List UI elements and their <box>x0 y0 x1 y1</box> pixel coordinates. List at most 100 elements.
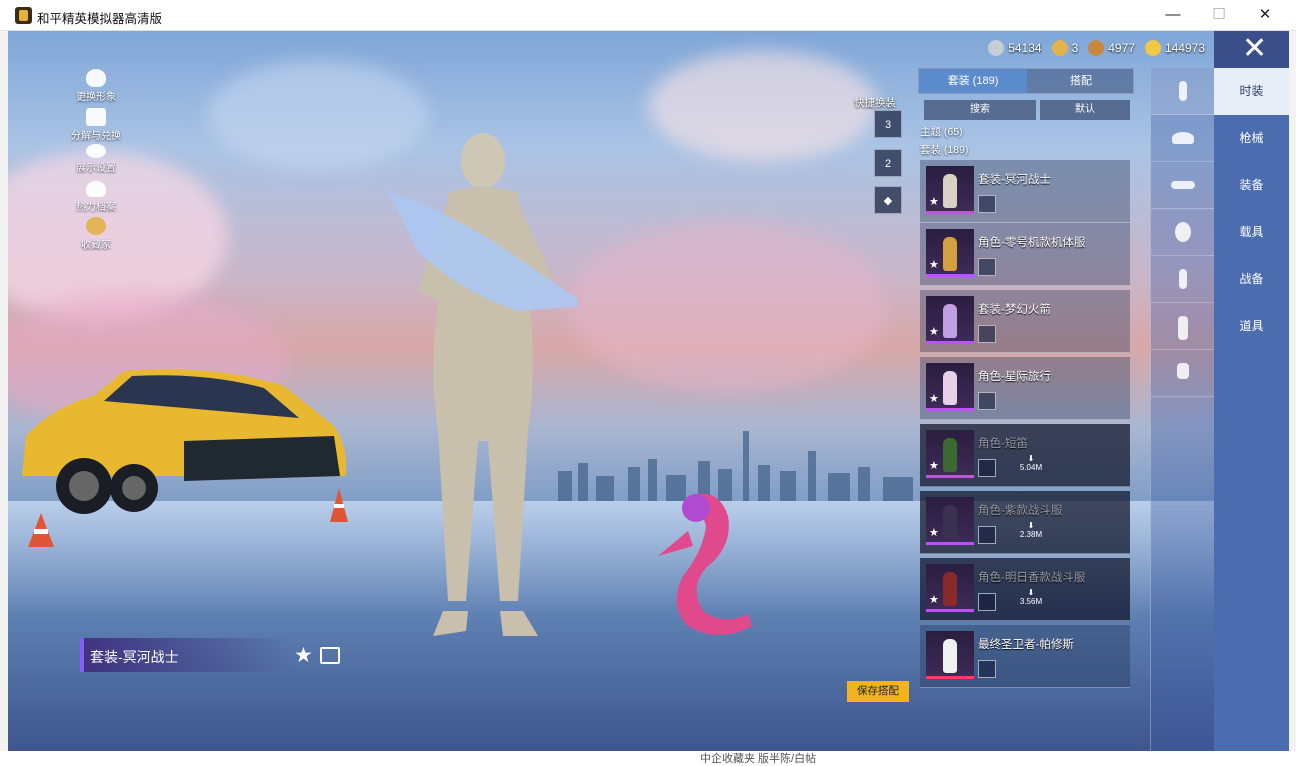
left-menu-heat-profile[interactable]: 热力档案 <box>70 181 122 213</box>
category-hat[interactable] <box>1151 115 1215 162</box>
diamond-icon: ◆ <box>883 195 893 207</box>
outfit-group-label: 套装 (189) <box>920 144 969 156</box>
pet-serpent <box>658 493 752 635</box>
star-icon: ★ <box>929 393 939 405</box>
quick-slot-2[interactable]: 2 <box>874 149 902 177</box>
menu-label: 收藏家 <box>81 240 111 251</box>
quick-slot-3[interactable]: 3 <box>874 110 902 138</box>
star-icon: ★ <box>929 259 939 271</box>
cloud <box>648 51 878 161</box>
window-titlebar: 和平精英模拟器高清版 — ☐ ✕ <box>0 0 1296 31</box>
category-pants[interactable] <box>1151 303 1215 350</box>
outfit-list-item[interactable]: ★ 套装-梦幻火箭 <box>920 290 1130 353</box>
outfit-list-item[interactable]: ★ 套装-冥河战士 <box>920 160 1130 223</box>
close-game-button[interactable]: ✕ <box>1214 31 1289 69</box>
bronze-coin-icon <box>1088 40 1105 56</box>
figure-icon <box>1179 269 1187 289</box>
theme-group-label[interactable]: 主题 (65) <box>920 124 963 139</box>
outfit-list-item[interactable]: 最终圣卫者-帕修斯 <box>920 625 1130 688</box>
sub-item-thumb[interactable] <box>978 325 996 343</box>
tab-outfits[interactable]: 套装 (189) <box>919 69 1027 93</box>
star-icon: ★ <box>929 196 939 208</box>
current-outfit-banner: 套装-冥河战士 <box>80 638 290 672</box>
outfit-list-item[interactable]: ★ 角色-明日香款战斗服 ⬇ 3.56M <box>920 558 1130 621</box>
star-icon: ★ <box>929 326 939 338</box>
left-menu-change-appearance[interactable]: 更换形象 <box>70 69 122 103</box>
currency-badge[interactable]: 3 <box>1051 40 1078 56</box>
search-input[interactable]: 搜索 <box>924 100 1036 120</box>
save-outfit-button[interactable]: 保存搭配 <box>847 681 909 702</box>
currency-value: 144973 <box>1164 41 1205 55</box>
figure-icon <box>1179 81 1187 101</box>
sub-item-thumb[interactable] <box>978 195 996 213</box>
close-window-button[interactable]: ✕ <box>1242 0 1288 31</box>
face-icon <box>1175 222 1191 242</box>
tab-vehicles[interactable]: 载具 <box>1214 209 1289 256</box>
sub-item-thumb[interactable] <box>978 459 996 477</box>
quick-slot-diamond[interactable]: ◆ <box>874 186 902 214</box>
app-logo-icon <box>15 7 32 24</box>
outfit-list-item[interactable]: ★ 角色-短笛 ⬇ 5.04M <box>920 424 1130 487</box>
category-tabs: 时装 枪械 装备 载具 战备 道具 <box>1214 68 1289 751</box>
outfit-thumbnail: ★ <box>926 229 974 277</box>
tab-combinations[interactable]: 搭配 <box>1027 69 1135 93</box>
sub-item-thumb[interactable] <box>978 392 996 410</box>
eye-icon <box>86 144 106 158</box>
outfit-thumbnail: ★ <box>926 430 974 478</box>
tab-weapons[interactable]: 枪械 <box>1214 115 1289 162</box>
traffic-cone <box>330 488 348 522</box>
download-icon: ⬇ <box>1027 521 1035 530</box>
flame-icon <box>86 181 106 197</box>
download-text: 3.56M <box>1019 597 1043 606</box>
favorite-star-icon[interactable]: ★ <box>294 643 313 668</box>
glasses-icon <box>1171 181 1195 189</box>
tab-fashion[interactable]: 时装 <box>1214 68 1289 115</box>
download-size[interactable]: ⬇ 3.56M <box>1016 588 1046 606</box>
share-icon[interactable] <box>320 647 340 664</box>
outfit-list-item[interactable]: ★ 角色-星际旅行 <box>920 357 1130 420</box>
category-glasses[interactable] <box>1151 162 1215 209</box>
outfit-thumbnail: ★ <box>926 296 974 344</box>
download-text: 2.38M <box>1019 530 1043 539</box>
outfit-name: 角色-短笛 <box>978 438 1028 450</box>
outfit-list-item[interactable]: ★ 角色-紫款战斗服 ⬇ 2.38M <box>920 491 1130 554</box>
tab-equipment[interactable]: 装备 <box>1214 162 1289 209</box>
menu-label: 热力档案 <box>76 202 116 213</box>
minimize-button[interactable]: — <box>1150 0 1196 31</box>
outfit-tabs: 套装 (189) 搭配 <box>918 68 1134 94</box>
sub-item-thumb[interactable] <box>978 660 996 678</box>
background-window-text: 中企收藏夹 版半陈/白帖 <box>700 753 817 765</box>
category-outfit[interactable] <box>1151 68 1215 115</box>
search-row: 搜索 默认 <box>924 100 1130 120</box>
currency-gold[interactable]: 144973 <box>1144 40 1205 56</box>
outfit-name: 套装-梦幻火箭 <box>978 304 1051 316</box>
sports-suv-vehicle <box>22 369 347 514</box>
category-face[interactable] <box>1151 209 1215 256</box>
maximize-button[interactable]: ☐ <box>1196 0 1242 31</box>
category-shoes[interactable] <box>1151 350 1215 397</box>
currency-bronze[interactable]: 4977 <box>1088 40 1135 56</box>
outfit-name: 角色-明日香款战斗服 <box>978 572 1086 584</box>
left-menu-decompose[interactable]: 分解与兑换 <box>70 108 122 142</box>
category-body[interactable] <box>1151 256 1215 303</box>
left-menu-collector[interactable]: 收藏家 <box>70 217 122 251</box>
tab-combat-prep[interactable]: 战备 <box>1214 256 1289 303</box>
download-size[interactable]: ⬇ 5.04M <box>1016 454 1046 472</box>
sub-item-thumb[interactable] <box>978 258 996 276</box>
outfit-panel: 套装 (189) 搭配 搜索 默认 主题 (65) 套装 (189) ★ 套装-冥… <box>918 68 1134 751</box>
emulator-window: 和平精英模拟器高清版 — ☐ ✕ 54134 3 4977 144973 ✕ 更… <box>0 0 1296 765</box>
close-icon: ✕ <box>1242 32 1268 65</box>
download-size[interactable]: ⬇ 2.38M <box>1016 521 1046 539</box>
sub-item-thumb[interactable] <box>978 593 996 611</box>
currency-value: 4977 <box>1108 41 1135 55</box>
currency-bar: 54134 3 4977 144973 <box>988 40 1205 56</box>
sort-dropdown[interactable]: 默认 <box>1040 100 1130 120</box>
sub-item-thumb[interactable] <box>978 526 996 544</box>
outfit-list-item[interactable]: ★ 角色-零号机款机体服 <box>920 223 1130 286</box>
left-menu-display-settings[interactable]: 展示设置 <box>70 144 122 174</box>
medal-icon <box>86 217 106 235</box>
currency-silver[interactable]: 54134 <box>988 40 1042 56</box>
tab-props[interactable]: 道具 <box>1214 303 1289 350</box>
player-character-mummy <box>388 133 578 636</box>
star-icon: ★ <box>929 527 939 539</box>
